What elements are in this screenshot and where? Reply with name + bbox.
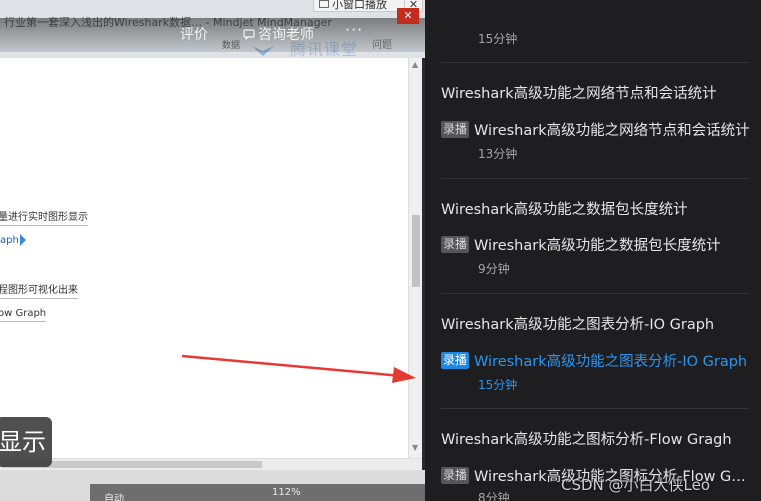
- lesson-item-active[interactable]: 录播 Wireshark高级功能之图表分析-IO Graph: [441, 350, 751, 371]
- mindmap-node: 程图形可视化出来: [0, 281, 78, 299]
- lesson-title: Wireshark高级功能之网络节点和会话统计: [474, 123, 750, 139]
- mindmap-node: 量进行实时图形显示: [0, 208, 88, 226]
- recorded-badge: 录播: [441, 121, 470, 138]
- lesson-item[interactable]: 录播 Wireshark高级功能之网络节点和会话统计: [441, 119, 751, 140]
- scroll-down-icon[interactable]: ▼: [412, 443, 418, 452]
- video-player[interactable]: 行业第一套深入浅出的Wireshark数据… - Mindjet MindMan…: [0, 0, 425, 501]
- horizontal-scrollbar[interactable]: [0, 458, 422, 470]
- more-options-button[interactable]: ···: [345, 20, 363, 39]
- divider: [441, 408, 749, 409]
- divider: [441, 293, 749, 294]
- divider: [441, 178, 749, 179]
- lesson-title: Wireshark高级功能之数据包长度统计: [474, 238, 721, 254]
- recorded-badge: 录播: [441, 467, 470, 484]
- mini-window-icon: [319, 0, 329, 8]
- section-title[interactable]: Wireshark高级功能之图标分析-Flow Gragh: [441, 428, 732, 449]
- recorded-badge: 录播: [441, 352, 470, 369]
- vertical-scrollbar[interactable]: ▲ ▼: [408, 58, 422, 458]
- lesson-title: Wireshark高级功能之图表分析-IO Graph: [474, 354, 748, 370]
- course-playlist[interactable]: 15分钟 Wireshark高级功能之网络节点和会话统计 录播 Wireshar…: [425, 0, 761, 501]
- zoom-level: 112%: [272, 487, 301, 498]
- lesson-item[interactable]: 录播 Wireshark高级功能之数据包长度统计: [441, 234, 751, 255]
- lesson-duration: 8分钟: [478, 491, 510, 501]
- section-title[interactable]: Wireshark高级功能之网络节点和会话统计: [441, 82, 717, 103]
- auto-quality-button[interactable]: 自动: [104, 490, 124, 501]
- lesson-duration: 15分钟: [478, 32, 518, 46]
- caption-text: 显示: [0, 417, 52, 467]
- player-controls: [90, 484, 425, 501]
- node-tip-icon: [19, 234, 26, 246]
- mindmap-node: ow Graph: [0, 308, 47, 322]
- scroll-up-icon[interactable]: ▲: [412, 60, 418, 69]
- mini-window-label: 小窗口播放: [332, 0, 387, 11]
- section-title[interactable]: Wireshark高级功能之数据包长度统计: [441, 198, 688, 219]
- consult-teacher-label: 咨询老师: [258, 27, 314, 43]
- csdn-watermark: CSDN @小白大侠Leo: [561, 476, 711, 494]
- mindmap-canvas: 量进行实时图形显示 aph 程图形可视化出来 ow Graph: [0, 58, 408, 458]
- lesson-duration: 13分钟: [478, 147, 518, 161]
- window-close-button[interactable]: ✕: [397, 8, 419, 24]
- mindmap-node-io-graph: aph: [0, 234, 26, 246]
- lesson-duration: 9分钟: [478, 262, 510, 276]
- consult-teacher-button[interactable]: 咨询老师: [243, 24, 314, 44]
- recorded-badge: 录播: [441, 236, 470, 253]
- rate-button[interactable]: 评价: [180, 24, 208, 44]
- mindmap-node-label: aph: [0, 235, 19, 246]
- divider: [441, 62, 749, 63]
- lesson-duration: 15分钟: [478, 378, 518, 392]
- scroll-thumb[interactable]: [412, 215, 420, 287]
- red-arrow-annotation: [181, 354, 416, 383]
- chat-icon: [243, 29, 255, 40]
- section-title[interactable]: Wireshark高级功能之图表分析-IO Graph: [441, 313, 714, 334]
